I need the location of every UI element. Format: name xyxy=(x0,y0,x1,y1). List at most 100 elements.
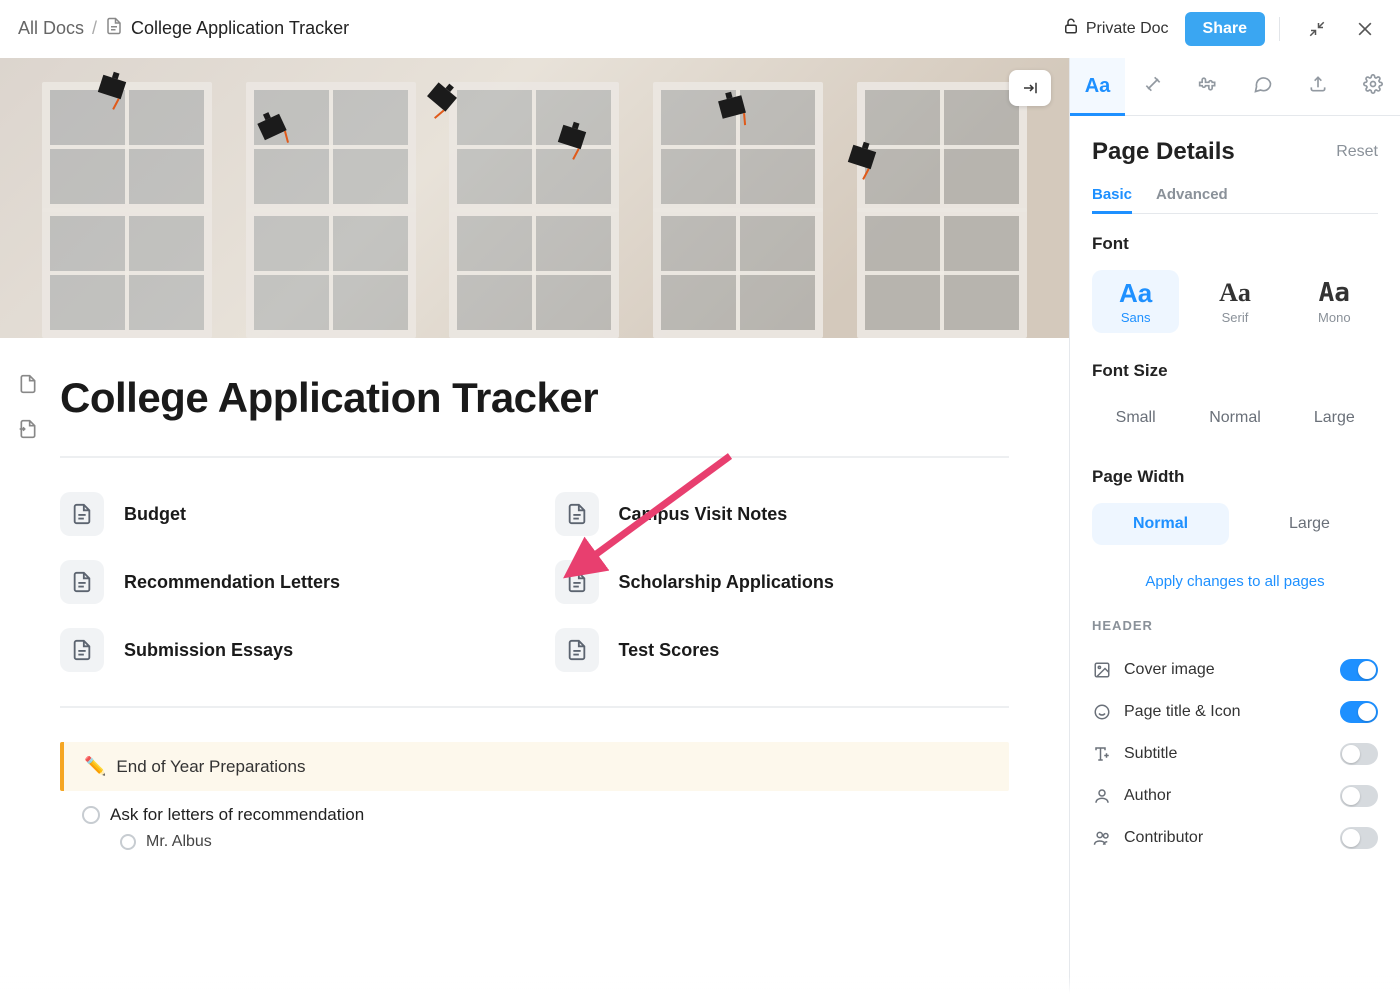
page-icon-button[interactable] xyxy=(18,374,38,399)
task-checkbox[interactable] xyxy=(120,834,136,850)
breadcrumb-root[interactable]: All Docs xyxy=(18,18,84,39)
tab-activity[interactable] xyxy=(1125,58,1180,115)
linked-page-label: Scholarship Applications xyxy=(619,572,834,593)
font-option-sans[interactable]: AaSans xyxy=(1092,270,1179,333)
horizontal-rule xyxy=(60,456,1009,458)
lock-icon xyxy=(1062,17,1080,40)
add-subpage-button[interactable] xyxy=(18,419,38,444)
subtitle-icon xyxy=(1092,745,1112,763)
header-option-label: Contributor xyxy=(1124,829,1328,847)
share-button[interactable]: Share xyxy=(1185,12,1265,46)
comment-icon xyxy=(1253,74,1273,99)
panel-title: Page Details xyxy=(1092,138,1235,166)
linked-page-recommendation[interactable]: Recommendation Letters xyxy=(60,560,515,604)
font-option-mono[interactable]: AaMono xyxy=(1291,270,1378,333)
note-text: End of Year Preparations xyxy=(116,757,305,777)
gear-icon xyxy=(1363,74,1383,99)
font-option-serif[interactable]: AaSerif xyxy=(1191,270,1278,333)
linked-page-label: Submission Essays xyxy=(124,640,293,661)
page-width-picker: Normal Large xyxy=(1092,503,1378,545)
privacy-indicator[interactable]: Private Doc xyxy=(1062,17,1169,40)
toggle-page-title[interactable] xyxy=(1340,701,1378,723)
section-label-header: HEADER xyxy=(1092,618,1378,633)
close-icon[interactable] xyxy=(1348,12,1382,46)
linked-page-label: Recommendation Letters xyxy=(124,572,340,593)
pencil-icon: ✏️ xyxy=(84,756,106,777)
header-option-label: Author xyxy=(1124,787,1328,805)
font-size-small[interactable]: Small xyxy=(1092,397,1179,439)
privacy-label: Private Doc xyxy=(1086,20,1169,38)
sub-tab-basic[interactable]: Basic xyxy=(1092,186,1132,213)
linked-page-test-scores[interactable]: Test Scores xyxy=(555,628,1010,672)
reset-button[interactable]: Reset xyxy=(1336,143,1378,161)
right-panel: Aa Page Details Reset Basic Advanced Fon… xyxy=(1070,58,1400,994)
page-width-large[interactable]: Large xyxy=(1241,503,1378,545)
panel-body[interactable]: Page Details Reset Basic Advanced Font A… xyxy=(1070,116,1400,994)
side-gutter xyxy=(18,374,38,444)
task-row[interactable]: Ask for letters of recommendation xyxy=(60,805,1009,825)
doc-icon xyxy=(555,560,599,604)
toggle-author[interactable] xyxy=(1340,785,1378,807)
header-option-subtitle: Subtitle xyxy=(1092,733,1378,775)
tab-plugins[interactable] xyxy=(1180,58,1235,115)
collapse-icon[interactable] xyxy=(1300,12,1334,46)
subtask-row[interactable]: Mr. Albus xyxy=(60,833,1009,851)
font-size-large[interactable]: Large xyxy=(1291,397,1378,439)
apply-all-button[interactable]: Apply changes to all pages xyxy=(1092,573,1378,590)
expand-cover-button[interactable] xyxy=(1009,70,1051,106)
tab-export[interactable] xyxy=(1290,58,1345,115)
font-picker: AaSans AaSerif AaMono xyxy=(1092,270,1378,333)
linked-page-label: Campus Visit Notes xyxy=(619,504,788,525)
main: College Application Tracker Budget Campu… xyxy=(0,58,1400,994)
font-size-normal[interactable]: Normal xyxy=(1191,397,1278,439)
note-block[interactable]: ✏️ End of Year Preparations xyxy=(60,742,1009,791)
person-icon xyxy=(1092,787,1112,805)
linked-page-budget[interactable]: Budget xyxy=(60,492,515,536)
linked-page-label: Test Scores xyxy=(619,640,720,661)
header-option-label: Page title & Icon xyxy=(1124,703,1328,721)
header-option-label: Subtitle xyxy=(1124,745,1328,763)
tab-settings[interactable] xyxy=(1345,58,1400,115)
header-option-label: Cover image xyxy=(1124,661,1328,679)
linked-page-scholarship[interactable]: Scholarship Applications xyxy=(555,560,1010,604)
linked-pages-grid: Budget Campus Visit Notes Recommendation… xyxy=(60,492,1009,672)
topbar-divider xyxy=(1279,17,1280,41)
toggle-subtitle[interactable] xyxy=(1340,743,1378,765)
doc-icon xyxy=(555,492,599,536)
linked-page-campus-visit[interactable]: Campus Visit Notes xyxy=(555,492,1010,536)
horizontal-rule xyxy=(60,706,1009,708)
doc-icon xyxy=(60,628,104,672)
breadcrumb-separator: / xyxy=(92,18,97,39)
section-label-page-width: Page Width xyxy=(1092,467,1378,487)
sub-tab-advanced[interactable]: Advanced xyxy=(1156,186,1228,213)
people-icon xyxy=(1092,829,1112,847)
section-label-font-size: Font Size xyxy=(1092,361,1378,381)
doc-icon xyxy=(105,17,123,40)
task-checkbox[interactable] xyxy=(82,806,100,824)
panel-sub-tabs: Basic Advanced xyxy=(1092,186,1378,214)
breadcrumb-title[interactable]: College Application Tracker xyxy=(131,18,349,39)
doc-icon xyxy=(60,492,104,536)
subtask-text: Mr. Albus xyxy=(146,833,212,851)
header-option-cover: Cover image xyxy=(1092,649,1378,691)
page-width-normal[interactable]: Normal xyxy=(1092,503,1229,545)
header-option-contributor: Contributor xyxy=(1092,817,1378,859)
linked-page-essays[interactable]: Submission Essays xyxy=(60,628,515,672)
document-body: College Application Tracker Budget Campu… xyxy=(0,338,1069,891)
export-icon xyxy=(1308,74,1328,99)
toggle-cover-image[interactable] xyxy=(1340,659,1378,681)
linked-page-label: Budget xyxy=(124,504,186,525)
breadcrumb: All Docs / College Application Tracker xyxy=(18,17,349,40)
doc-icon xyxy=(555,628,599,672)
puzzle-icon xyxy=(1198,74,1218,99)
doc-icon xyxy=(60,560,104,604)
page-title[interactable]: College Application Tracker xyxy=(60,374,1009,422)
cover-image[interactable] xyxy=(0,58,1069,338)
document-pane[interactable]: College Application Tracker Budget Campu… xyxy=(0,58,1070,994)
toggle-contributor[interactable] xyxy=(1340,827,1378,849)
typography-icon: Aa xyxy=(1085,75,1111,98)
tab-typography[interactable]: Aa xyxy=(1070,58,1125,115)
tab-comments[interactable] xyxy=(1235,58,1290,115)
font-size-picker: Small Normal Large xyxy=(1092,397,1378,439)
activity-icon xyxy=(1143,74,1163,99)
